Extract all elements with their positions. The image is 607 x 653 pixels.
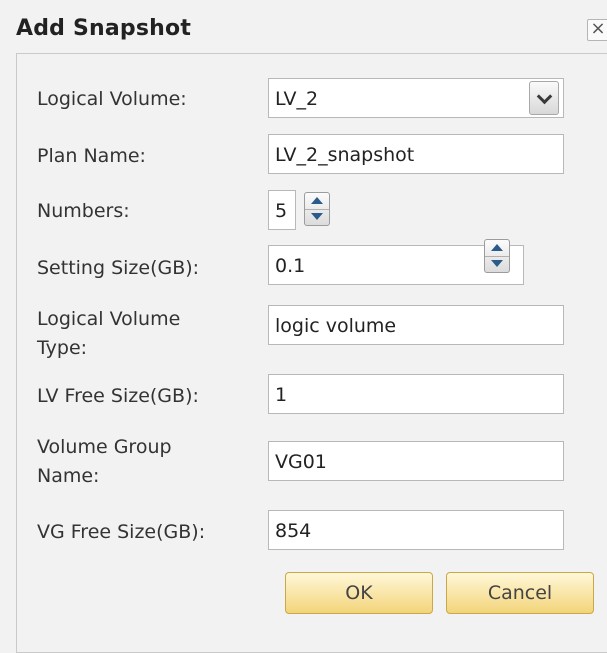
lv-type-label-line1: Logical Volume — [37, 308, 181, 330]
numbers-input[interactable]: 5 — [268, 190, 296, 230]
arrow-up-icon — [491, 244, 503, 251]
logical-volume-dropdown-button[interactable] — [529, 81, 559, 115]
lv-free-size-input[interactable]: 1 — [268, 374, 564, 414]
logical-volume-label: Logical Volume: — [37, 88, 187, 110]
numbers-label: Numbers: — [37, 200, 130, 222]
vg-free-size-input[interactable]: 854 — [268, 510, 564, 550]
dialog-titlebar: Add Snapshot × — [0, 0, 607, 50]
vg-free-size-label: VG Free Size(GB): — [37, 521, 206, 543]
arrow-down-icon — [491, 260, 503, 267]
chevron-down-icon — [536, 88, 553, 105]
setting-size-decrement-button[interactable] — [485, 256, 509, 272]
numbers-spinner[interactable] — [304, 192, 330, 226]
vg-name-input[interactable]: VG01 — [268, 441, 564, 481]
ok-button[interactable]: OK — [285, 572, 433, 614]
close-button[interactable]: × — [587, 19, 607, 41]
setting-size-spinner[interactable] — [484, 239, 510, 273]
logical-volume-select[interactable]: LV_2 — [268, 78, 564, 118]
plan-name-input[interactable]: LV_2_snapshot — [268, 134, 564, 174]
arrow-up-icon — [311, 197, 323, 204]
numbers-increment-button[interactable] — [305, 193, 329, 210]
dialog-title: Add Snapshot — [16, 16, 192, 41]
numbers-decrement-button[interactable] — [305, 209, 329, 225]
cancel-button[interactable]: Cancel — [446, 572, 594, 614]
lv-type-label-line2: Type: — [37, 337, 88, 359]
lv-type-input[interactable]: logic volume — [268, 305, 564, 345]
plan-name-label: Plan Name: — [37, 145, 146, 167]
arrow-down-icon — [311, 213, 323, 220]
vg-name-label-line2: Name: — [37, 465, 100, 487]
setting-size-increment-button[interactable] — [485, 240, 509, 257]
close-icon: × — [590, 19, 606, 39]
vg-name-label-line1: Volume Group — [37, 436, 172, 458]
setting-size-label: Setting Size(GB): — [37, 257, 200, 279]
lv-free-size-label: LV Free Size(GB): — [37, 385, 199, 407]
